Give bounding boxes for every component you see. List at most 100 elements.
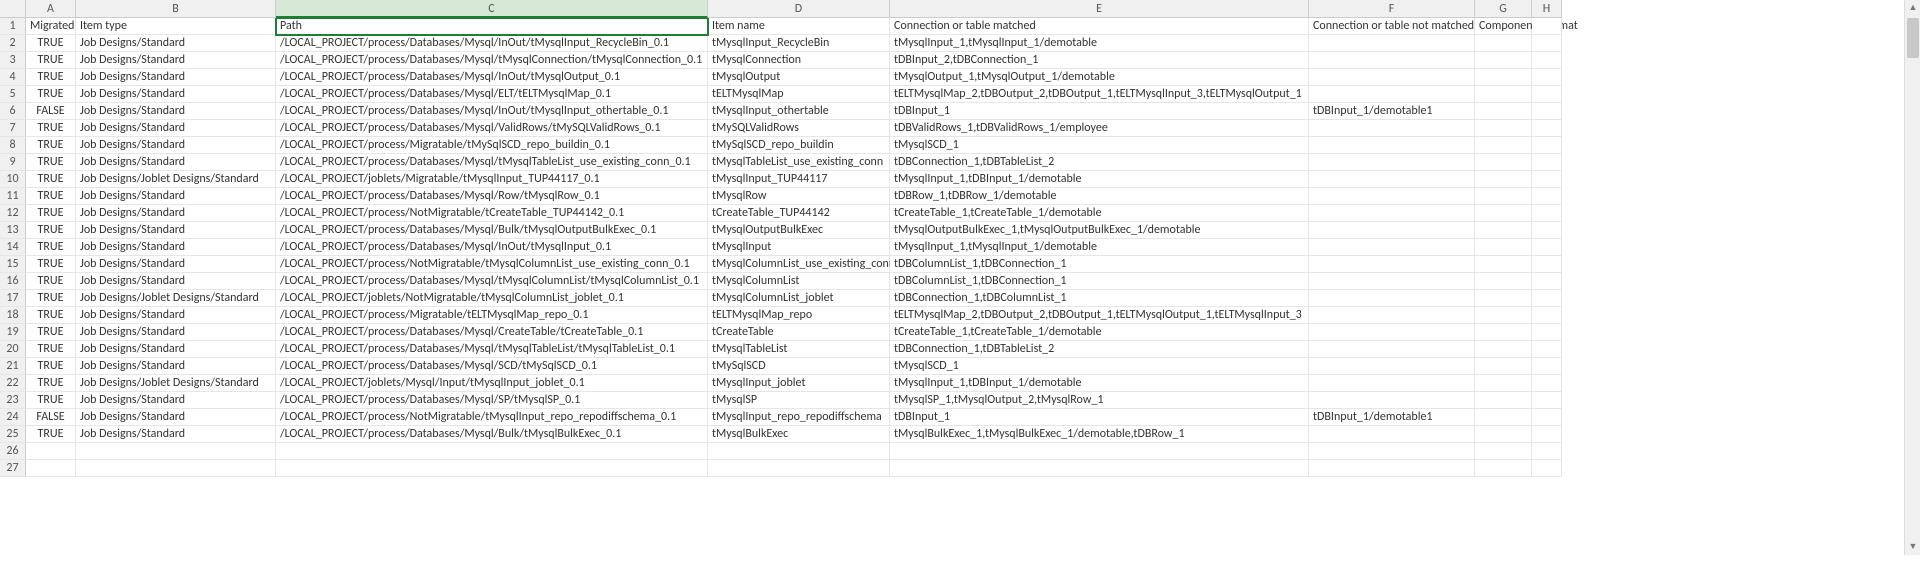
cell[interactable] — [1475, 460, 1532, 477]
cell[interactable]: Path — [276, 18, 708, 35]
cell[interactable] — [1309, 239, 1475, 256]
cell[interactable]: /LOCAL_PROJECT/process/Databases/Mysql/I… — [276, 69, 708, 86]
cell[interactable] — [1475, 171, 1532, 188]
cell[interactable]: tMysqlOutput — [708, 69, 890, 86]
row-header[interactable]: 26 — [0, 443, 26, 460]
cell[interactable] — [1532, 35, 1562, 52]
cell[interactable] — [1309, 69, 1475, 86]
cell[interactable]: tDBValidRows_1,tDBValidRows_1/employee — [890, 120, 1309, 137]
cell[interactable]: Component not mat — [1475, 18, 1532, 35]
cell[interactable]: tCreateTable_1,tCreateTable_1/demotable — [890, 324, 1309, 341]
cell[interactable]: /LOCAL_PROJECT/process/Databases/Mysql/S… — [276, 392, 708, 409]
cell[interactable]: tMysqlColumnList_use_existing_conn — [708, 256, 890, 273]
cell[interactable]: /LOCAL_PROJECT/joblets/NotMigratable/tMy… — [276, 290, 708, 307]
cell[interactable]: tDBInput_1/demotable1 — [1309, 103, 1475, 120]
cell[interactable]: tDBColumnList_1,tDBConnection_1 — [890, 256, 1309, 273]
column-header-G[interactable]: G — [1475, 0, 1532, 18]
cell[interactable]: /LOCAL_PROJECT/process/Databases/Mysql/S… — [276, 358, 708, 375]
cell[interactable]: Job Designs/Standard — [76, 341, 276, 358]
cell[interactable] — [1475, 392, 1532, 409]
cell[interactable] — [1475, 103, 1532, 120]
row-header[interactable]: 25 — [0, 426, 26, 443]
cell[interactable]: tMysqlInput_1,tMysqlInput_1/demotable — [890, 35, 1309, 52]
cell[interactable]: Job Designs/Joblet Designs/Standard — [76, 171, 276, 188]
cell[interactable]: Job Designs/Standard — [76, 426, 276, 443]
cell[interactable] — [26, 460, 76, 477]
row-header[interactable]: 15 — [0, 256, 26, 273]
row-header[interactable]: 14 — [0, 239, 26, 256]
cell[interactable]: tDBConnection_1,tDBTableList_2 — [890, 341, 1309, 358]
row-header[interactable]: 7 — [0, 120, 26, 137]
column-header-B[interactable]: B — [76, 0, 276, 18]
cell[interactable]: tDBInput_1 — [890, 409, 1309, 426]
cell[interactable]: Job Designs/Standard — [76, 239, 276, 256]
cell[interactable]: tMysqlInput_1,tMysqlInput_1/demotable — [890, 239, 1309, 256]
cell[interactable]: /LOCAL_PROJECT/process/Migratable/tELTMy… — [276, 307, 708, 324]
cell[interactable]: tMysqlInput_RecycleBin — [708, 35, 890, 52]
cell[interactable] — [1475, 188, 1532, 205]
cell[interactable]: Job Designs/Standard — [76, 409, 276, 426]
cell[interactable] — [1309, 120, 1475, 137]
cell[interactable] — [1309, 341, 1475, 358]
cell[interactable]: Job Designs/Standard — [76, 392, 276, 409]
cell[interactable] — [1309, 171, 1475, 188]
cell[interactable] — [1475, 239, 1532, 256]
cell[interactable]: tMysqlOutputBulkExec_1,tMysqlOutputBulkE… — [890, 222, 1309, 239]
cell[interactable] — [1475, 273, 1532, 290]
cell[interactable] — [1309, 290, 1475, 307]
cell[interactable]: tMysqlSCD_1 — [890, 137, 1309, 154]
cell[interactable] — [1309, 273, 1475, 290]
cell[interactable]: TRUE — [26, 154, 76, 171]
cell[interactable]: /LOCAL_PROJECT/process/Databases/Mysql/t… — [276, 154, 708, 171]
cell[interactable] — [1475, 86, 1532, 103]
cell[interactable] — [76, 443, 276, 460]
cell[interactable]: /LOCAL_PROJECT/process/NotMigratable/tCr… — [276, 205, 708, 222]
cell[interactable]: tMysqlTableList — [708, 341, 890, 358]
cell[interactable] — [1475, 69, 1532, 86]
cell[interactable]: Job Designs/Standard — [76, 35, 276, 52]
cell[interactable] — [1532, 375, 1562, 392]
row-header[interactable]: 13 — [0, 222, 26, 239]
cell[interactable]: Job Designs/Standard — [76, 324, 276, 341]
row-header[interactable]: 10 — [0, 171, 26, 188]
cell[interactable]: TRUE — [26, 35, 76, 52]
row-header[interactable]: 2 — [0, 35, 26, 52]
cell[interactable] — [1475, 222, 1532, 239]
cell[interactable]: Job Designs/Joblet Designs/Standard — [76, 290, 276, 307]
row-header[interactable]: 17 — [0, 290, 26, 307]
cell[interactable] — [1475, 341, 1532, 358]
cell[interactable] — [1475, 375, 1532, 392]
column-header-H[interactable]: H — [1532, 0, 1562, 18]
cell[interactable]: tMysqlTableList_use_existing_conn — [708, 154, 890, 171]
cell[interactable]: tDBConnection_1,tDBTableList_2 — [890, 154, 1309, 171]
cell[interactable] — [1532, 103, 1562, 120]
cell[interactable]: tMysqlInput_repo_repodiffschema — [708, 409, 890, 426]
select-all-corner[interactable] — [0, 0, 26, 18]
cell[interactable] — [1532, 154, 1562, 171]
cell[interactable]: Job Designs/Standard — [76, 358, 276, 375]
row-header[interactable]: 20 — [0, 341, 26, 358]
cell[interactable]: /LOCAL_PROJECT/process/Databases/Mysql/C… — [276, 324, 708, 341]
cell[interactable]: /LOCAL_PROJECT/process/Databases/Mysql/B… — [276, 222, 708, 239]
cell[interactable]: tDBInput_1 — [890, 103, 1309, 120]
cell[interactable]: /LOCAL_PROJECT/joblets/Migratable/tMysql… — [276, 171, 708, 188]
cell[interactable] — [1475, 137, 1532, 154]
cell[interactable] — [890, 443, 1309, 460]
cell[interactable]: Job Designs/Standard — [76, 188, 276, 205]
cell[interactable]: /LOCAL_PROJECT/process/NotMigratable/tMy… — [276, 409, 708, 426]
row-header[interactable]: 3 — [0, 52, 26, 69]
cell[interactable]: tELTMysqlMap_2,tDBOutput_2,tDBOutput_1,t… — [890, 86, 1309, 103]
cell[interactable]: tMySqlSCD_repo_buildin — [708, 137, 890, 154]
cell[interactable]: FALSE — [26, 409, 76, 426]
cell[interactable]: tMysqlBulkExec — [708, 426, 890, 443]
spreadsheet-grid[interactable]: ABCDEFGH1MigratedItem typePathItem nameC… — [0, 0, 1920, 477]
cell[interactable]: Connection or table matched — [890, 18, 1309, 35]
cell[interactable] — [26, 443, 76, 460]
row-header[interactable]: 4 — [0, 69, 26, 86]
cell[interactable] — [276, 443, 708, 460]
cell[interactable] — [1475, 443, 1532, 460]
cell[interactable]: TRUE — [26, 273, 76, 290]
row-header[interactable]: 9 — [0, 154, 26, 171]
row-header[interactable]: 1 — [0, 18, 26, 35]
cell[interactable]: Job Designs/Standard — [76, 69, 276, 86]
